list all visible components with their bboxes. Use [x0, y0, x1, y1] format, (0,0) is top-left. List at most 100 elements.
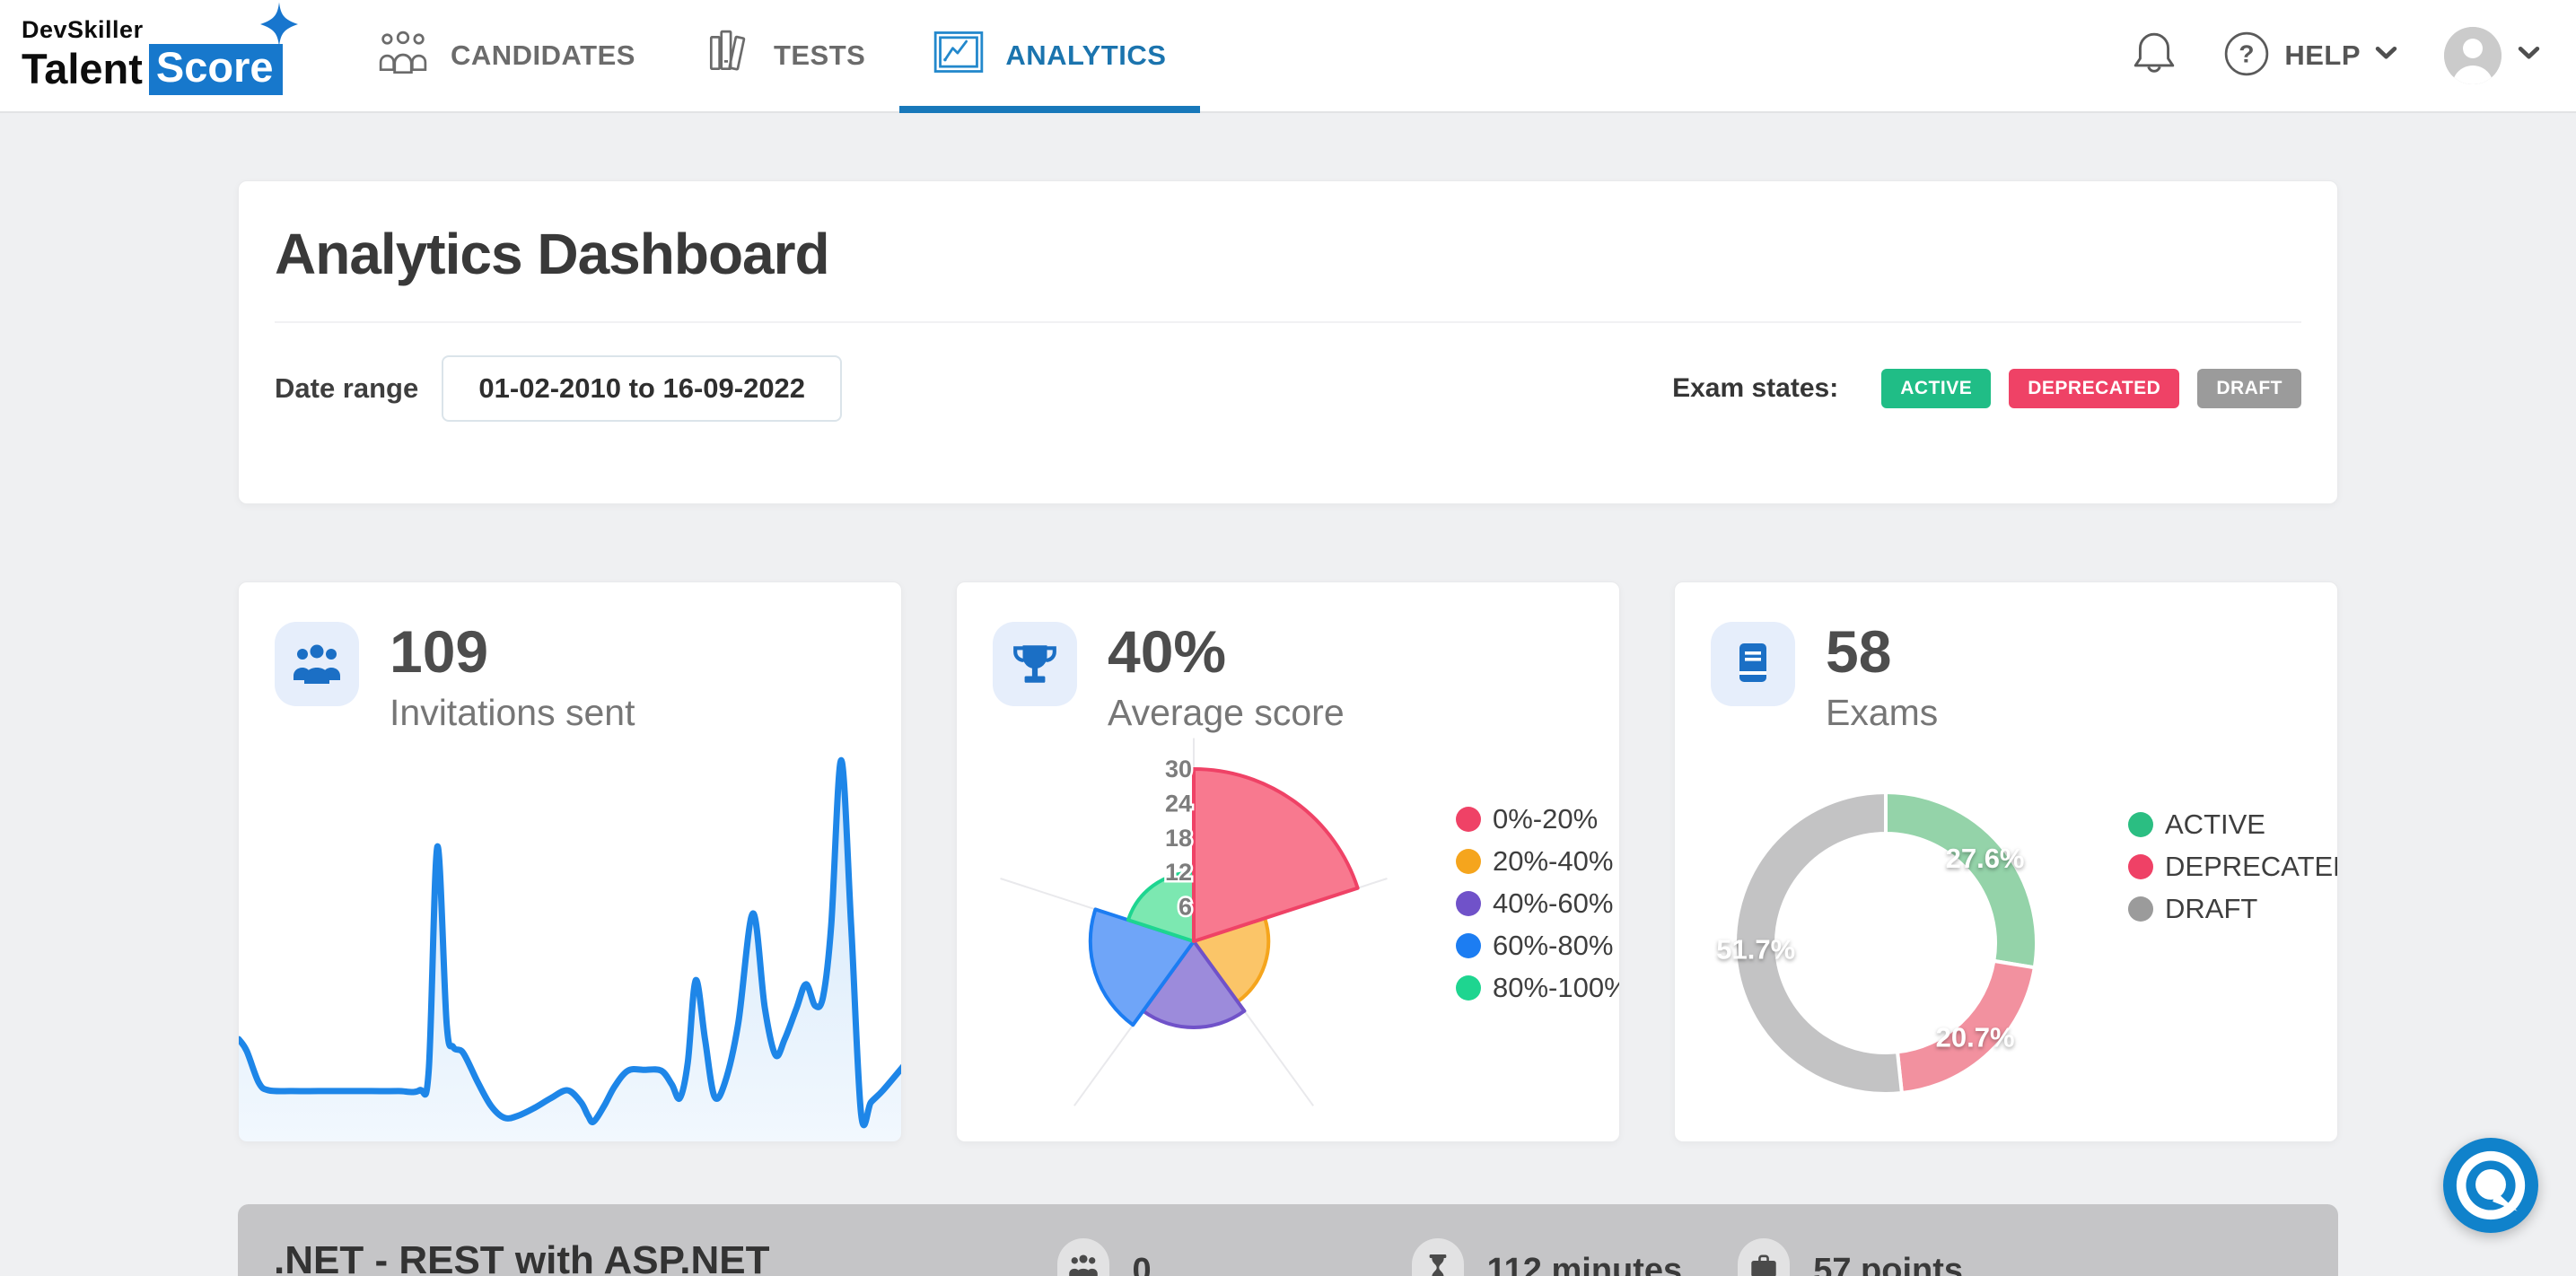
divider — [275, 321, 2301, 323]
legend-item[interactable]: 0%-20% — [1456, 803, 1620, 835]
user-menu[interactable] — [2444, 27, 2540, 84]
invitations-label: Invitations sent — [390, 692, 635, 734]
exam-title: .NET - REST with ASP.NET — [274, 1238, 770, 1276]
nav-tab-candidates[interactable]: CANDIDATES — [343, 0, 670, 111]
svg-text:27.6%: 27.6% — [1946, 843, 2025, 874]
nav-tab-label: TESTS — [774, 39, 865, 72]
invitations-card: 109 Invitations sent — [238, 581, 902, 1142]
legend-item[interactable]: DEPRECATED — [2128, 851, 2338, 883]
legend-label: DEPRECATED — [2165, 851, 2338, 883]
legend-dot — [1456, 891, 1481, 916]
svg-text:6: 6 — [1178, 894, 1192, 921]
exam-states-group: Exam states: ACTIVE DEPRECATED DRAFT — [1672, 369, 2301, 408]
duration-stat: 112 minutes — [1412, 1238, 1683, 1276]
nav-tab-analytics[interactable]: ANALYTICS — [899, 0, 1200, 111]
legend-dot — [1456, 849, 1481, 874]
chat-launcher[interactable] — [2443, 1138, 2538, 1233]
sparkle-icon — [260, 2, 298, 51]
question-circle-icon: ? — [2223, 31, 2270, 82]
briefcase-icon — [1738, 1238, 1790, 1276]
legend-label: 20%-40% — [1493, 845, 1613, 878]
avatar — [2444, 27, 2502, 84]
badge-draft[interactable]: DRAFT — [2197, 369, 2301, 408]
legend-dot — [1456, 933, 1481, 958]
badge-deprecated[interactable]: DEPRECATED — [2009, 369, 2179, 408]
invitations-count: 109 — [390, 622, 635, 681]
logo-talent: Talent — [22, 47, 143, 92]
exams-count: 58 — [1826, 622, 1938, 681]
page-title: Analytics Dashboard — [275, 181, 2301, 287]
chat-bubble-icon — [2443, 1138, 2538, 1233]
duration-value: 112 minutes — [1487, 1252, 1683, 1276]
points-value: 57 points — [1813, 1252, 1963, 1276]
hourglass-icon — [1412, 1238, 1464, 1276]
logo-score: Score — [149, 44, 283, 95]
nav-tab-tests[interactable]: TESTS — [670, 0, 899, 111]
logo-text-main: Talent Score — [22, 44, 318, 95]
average-score-label: Average score — [1108, 692, 1345, 734]
average-score-value: 40% — [1108, 622, 1345, 681]
legend-label: 40%-60% — [1493, 887, 1613, 920]
legend-dot — [2128, 812, 2153, 837]
main-navigation: CANDIDATES TESTS — [343, 0, 1200, 111]
exams-card: 58 Exams 27.6% 20.7% 51.7% ACTIVE DEPRECATE… — [1674, 581, 2338, 1142]
candidates-count: 0 — [1133, 1252, 1152, 1276]
date-range-label: Date range — [275, 372, 418, 405]
legend-label: 80%-100% — [1493, 972, 1620, 1004]
legend-dot — [2128, 854, 2153, 879]
help-menu[interactable]: ? HELP — [2223, 31, 2397, 82]
average-score-card: 40% Average score 6 12 18 24 30 0%-20% 20%-40… — [956, 581, 1620, 1142]
svg-text:?: ? — [2239, 39, 2255, 67]
legend-item[interactable]: ACTIVE — [2128, 808, 2338, 841]
legend-label: DRAFT — [2165, 893, 2257, 925]
people-icon — [275, 622, 359, 706]
legend-label: ACTIVE — [2165, 808, 2265, 841]
score-chart-legend: 0%-20% 20%-40% 40%-60% 60%-80% 80%-100% — [1456, 803, 1620, 1004]
svg-text:20.7%: 20.7% — [1936, 1021, 2015, 1053]
card-head: 58 Exams — [1675, 582, 2337, 734]
legend-label: 0%-20% — [1493, 803, 1598, 835]
trophy-icon — [993, 622, 1077, 706]
books-icon — [704, 28, 752, 83]
exam-list-item[interactable]: .NET - REST with ASP.NET 0 11 — [238, 1204, 2338, 1276]
badge-active[interactable]: ACTIVE — [1881, 369, 1991, 408]
exams-chart-legend: ACTIVE DEPRECATED DRAFT — [2128, 808, 2338, 925]
legend-item[interactable]: 60%-80% — [1456, 930, 1620, 962]
dashboard-header-card: Analytics Dashboard Date range Exam stat… — [238, 180, 2338, 504]
nav-tab-label: CANDIDATES — [451, 39, 635, 72]
help-label: HELP — [2284, 39, 2361, 72]
notifications-bell-icon[interactable] — [2132, 30, 2177, 83]
header-controls: Date range Exam states: ACTIVE DEPRECATE… — [275, 355, 2301, 422]
chevron-down-icon — [2375, 46, 2397, 66]
legend-label: 60%-80% — [1493, 930, 1613, 962]
legend-item[interactable]: 40%-60% — [1456, 887, 1620, 920]
chart-icon — [933, 31, 984, 81]
legend-item[interactable]: 80%-100% — [1456, 972, 1620, 1004]
points-stat: 57 points — [1738, 1238, 1963, 1276]
legend-dot — [1456, 807, 1481, 832]
svg-text:18: 18 — [1165, 825, 1192, 852]
book-icon — [1711, 622, 1795, 706]
legend-dot — [2128, 896, 2153, 922]
svg-text:30: 30 — [1165, 756, 1192, 782]
chevron-down-icon — [2518, 46, 2540, 66]
nav-tab-label: ANALYTICS — [1005, 39, 1166, 72]
candidates-stat: 0 — [1057, 1238, 1152, 1276]
group-icon — [1057, 1238, 1109, 1276]
date-range-input[interactable] — [442, 355, 842, 422]
people-icon — [377, 31, 429, 81]
legend-dot — [1456, 975, 1481, 1001]
card-head: 40% Average score — [957, 582, 1619, 734]
exam-stats: 0 112 minutes 57 points — [1057, 1238, 1964, 1276]
invitations-area-chart — [239, 748, 902, 1141]
svg-text:24: 24 — [1165, 790, 1192, 817]
card-head: 109 Invitations sent — [239, 582, 901, 734]
exam-states-label: Exam states: — [1672, 373, 1838, 404]
svg-text:51.7%: 51.7% — [1716, 934, 1795, 966]
devskiller-talentscore-logo[interactable]: DevSkiller Talent Score — [22, 16, 318, 95]
legend-item[interactable]: 20%-40% — [1456, 845, 1620, 878]
exams-label: Exams — [1826, 692, 1938, 734]
top-nav: DevSkiller Talent Score CANDIDATES — [0, 0, 2576, 113]
legend-item[interactable]: DRAFT — [2128, 893, 2338, 925]
svg-text:12: 12 — [1165, 859, 1192, 886]
